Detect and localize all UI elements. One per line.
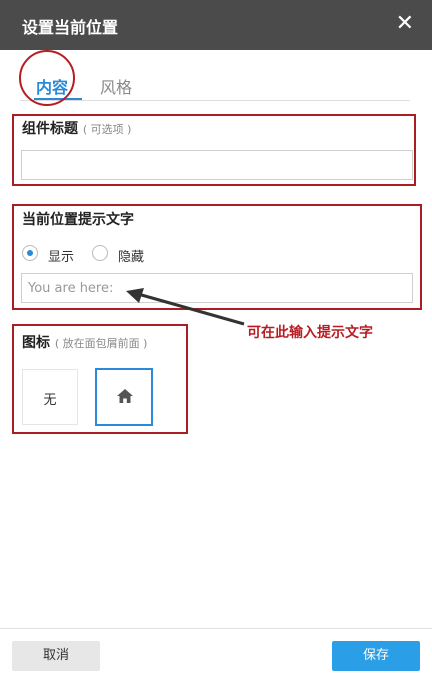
annotation-circle (19, 50, 75, 106)
dialog-title: 设置当前位置 (22, 18, 119, 37)
position-text-label: 当前位置提示文字 (22, 212, 134, 228)
position-text-placeholder: You are here: (28, 281, 114, 296)
radio-hide-label: 隐藏 (118, 250, 145, 265)
component-title-label: 组件标题 ( 可选项 ) (22, 118, 131, 138)
close-icon[interactable]: ✕ (396, 10, 414, 38)
dialog-footer: 取消 保存 (0, 628, 432, 681)
icon-option-none[interactable]: 无 (22, 369, 78, 425)
cancel-button[interactable]: 取消 (12, 641, 100, 671)
tab-style[interactable]: 风格 (100, 74, 132, 98)
icon-option-home[interactable] (95, 368, 153, 426)
component-title-hint: ( 可选项 ) (82, 123, 132, 136)
icon-section-label-text: 图标 (22, 335, 50, 351)
annotation-text: 可在此输入提示文字 (247, 325, 373, 341)
save-button[interactable]: 保存 (332, 641, 420, 671)
component-title-input[interactable] (21, 150, 413, 180)
tab-bar: 内容 风格 (20, 70, 410, 101)
component-title-label-text: 组件标题 (22, 121, 78, 137)
icon-option-none-label: 无 (43, 393, 57, 408)
dialog-header: 设置当前位置 ✕ (0, 0, 432, 50)
home-icon (117, 389, 133, 403)
icon-section-hint: ( 放在面包屑前面 ) (54, 337, 148, 350)
icon-section-label: 图标 ( 放在面包屑前面 ) (22, 332, 147, 352)
radio-hide[interactable] (92, 245, 108, 261)
radio-show-label: 显示 (48, 250, 75, 265)
radio-show[interactable] (22, 245, 38, 261)
